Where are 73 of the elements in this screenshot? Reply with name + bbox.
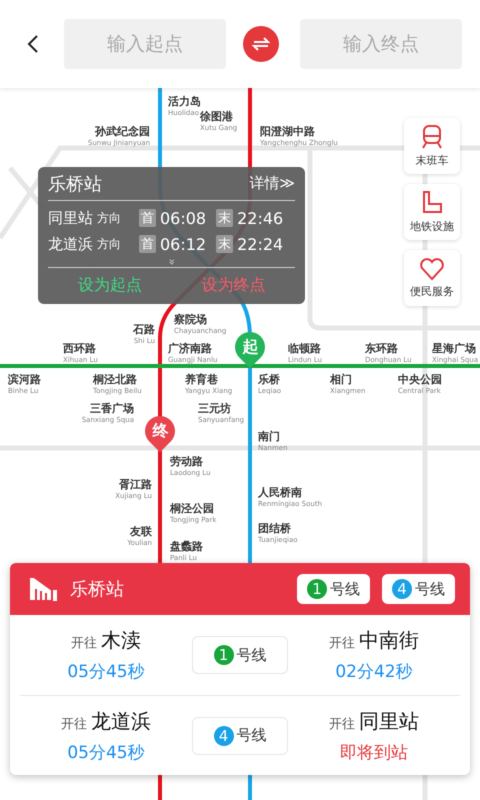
swap-icon [251, 36, 271, 52]
direction-label: 方向 [97, 210, 121, 226]
arrival-time: 即将到站 [340, 742, 408, 764]
details-link[interactable]: 详情≫ [249, 174, 295, 193]
back-icon [27, 34, 39, 54]
arrival-time: 02分42秒 [335, 661, 413, 683]
card-station-name: 乐桥站 [70, 578, 125, 601]
popup-station-name: 乐桥站 [48, 172, 102, 196]
station-name[interactable]: 劳动路 [170, 455, 203, 469]
expand-chevron[interactable]: » [166, 258, 176, 266]
station-name[interactable]: 察院场 [174, 313, 207, 327]
last-train-tag: 末 [216, 235, 234, 253]
arrival-time: 05分45秒 [67, 661, 145, 683]
station-name[interactable]: 乐桥 [258, 373, 280, 387]
heart-icon [419, 257, 445, 281]
swap-button[interactable] [243, 26, 279, 62]
direction-prefix: 开往 [61, 716, 87, 732]
last-train-tag: 末 [216, 209, 234, 227]
station-name[interactable]: 阳澄湖中路 [260, 125, 315, 139]
station-name[interactable]: 滨河路 [8, 373, 41, 387]
station-name[interactable]: 相门 [330, 373, 352, 387]
line-tag[interactable]: 4 号线 [192, 716, 288, 754]
direction-prefix: 开往 [329, 635, 355, 652]
first-train-tag: 首 [139, 209, 156, 227]
start-input-field[interactable]: 输入起点 [64, 19, 226, 69]
station-name[interactable]: 东环路 [365, 342, 398, 356]
station-name[interactable]: 临顿路 [288, 342, 321, 356]
terminal-station: 木渎 [101, 627, 141, 654]
line-number: 4 [214, 726, 234, 746]
line-tab[interactable]: 4 号线 [382, 574, 455, 604]
station-name[interactable]: 桐泾公园 [170, 502, 214, 516]
end-input-field[interactable]: 输入终点 [300, 19, 462, 69]
map-tool-button[interactable]: 地铁设施 [404, 184, 460, 240]
line-number: 1 [214, 645, 234, 665]
terminal-station: 同里站 [359, 708, 419, 734]
first-train-time: 06:12 [160, 234, 206, 254]
station-name[interactable]: 友联 [130, 525, 152, 539]
map-tool-button[interactable]: 末班车 [404, 118, 460, 174]
first-train-tag: 首 [139, 235, 156, 253]
station-name[interactable]: 三香广场 [90, 402, 134, 416]
line-tag[interactable]: 1 号线 [192, 636, 288, 674]
last-train-time: 22:24 [237, 234, 284, 254]
station-name[interactable]: 中央公园 [398, 373, 442, 387]
station-name[interactable]: 徐图港 [200, 110, 233, 124]
line-number: 1 [307, 579, 327, 599]
station-name[interactable]: 桐泾北路 [93, 373, 137, 387]
station-name[interactable]: 团结桥 [258, 522, 291, 536]
station-name[interactable]: 广济南路 [168, 342, 212, 356]
station-name[interactable]: 活力岛 [168, 95, 201, 109]
map-tool-button[interactable]: 便民服务 [404, 250, 460, 306]
station-name[interactable]: 星海广场 [432, 342, 476, 356]
station-name[interactable]: 人民桥南 [258, 486, 302, 500]
station-name[interactable]: 西环路 [63, 342, 96, 356]
first-train-time: 06:08 [160, 208, 206, 228]
building-icon [28, 576, 58, 602]
station-name[interactable]: 石路 [133, 323, 155, 337]
line-tab[interactable]: 1 号线 [297, 574, 370, 604]
arrival-time: 05分45秒 [67, 742, 145, 764]
station-name[interactable]: 盘蠡路 [170, 540, 203, 554]
terminal-station: 龙道浜 [91, 708, 151, 734]
last-train-time: 22:46 [237, 208, 284, 228]
station-name[interactable]: 南门 [258, 430, 280, 444]
direction-station: 同里站 [48, 208, 93, 228]
direction-station: 龙道浜 [48, 234, 93, 254]
station-name[interactable]: 胥江路 [119, 478, 152, 492]
direction-prefix: 开往 [329, 716, 355, 732]
direction-label: 方向 [97, 236, 121, 252]
station-name[interactable]: 三元坊 [198, 402, 231, 416]
station-name[interactable]: 孙武纪念园 [95, 125, 150, 139]
station-name[interactable]: 养育巷 [185, 373, 218, 387]
terminal-station: 中南街 [359, 627, 419, 654]
direction-prefix: 开往 [71, 635, 97, 652]
line-number: 4 [392, 579, 412, 599]
